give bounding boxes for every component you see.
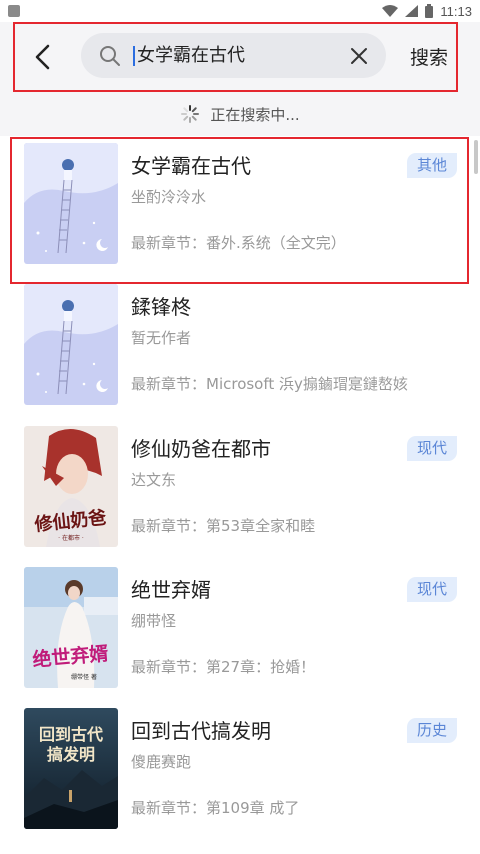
- status-time: 11:13: [440, 3, 472, 19]
- book-latest-chapter: 最新章节：第27章：抢婚！: [131, 658, 316, 676]
- book-latest-chapter: 最新章节：番外.系统（全文完）: [131, 234, 346, 252]
- book-cover: [24, 143, 118, 264]
- book-cover: 修仙奶爸 · 在都市 ·: [24, 426, 118, 547]
- book-cover: 绝世弃婿 绷带怪 著: [24, 567, 118, 688]
- book-title: 修仙奶爸在都市: [131, 437, 271, 461]
- category-tag: 其他: [407, 153, 457, 178]
- svg-text:绷带怪 著: 绷带怪 著: [71, 673, 97, 681]
- book-title: 绝世弃婿: [131, 578, 211, 602]
- book-cover: [24, 284, 118, 405]
- notification-icon: [8, 5, 20, 17]
- text-cursor: [133, 46, 135, 66]
- loading-text: 正在搜索中...: [210, 105, 300, 124]
- search-results-list: 女学霸在古代 坐酌泠泠水 最新章节：番外.系统（全文完） 其他 鍒锋柊 暂无作者…: [0, 136, 480, 854]
- book-author: 绷带怪: [131, 612, 177, 630]
- book-latest-chapter: 最新章节：第53章全家和睦: [131, 517, 316, 535]
- book-title: 回到古代搞发明: [131, 719, 271, 743]
- book-author: 坐酌泠泠水: [131, 188, 207, 206]
- book-latest-chapter: 最新章节：Microsoft 浜у搧鏀瑁寔鏈嶅姟: [131, 375, 408, 393]
- spinner-icon: [181, 105, 200, 123]
- book-author: 达文东: [131, 471, 177, 489]
- back-button[interactable]: [24, 39, 60, 75]
- book-author: 暂无作者: [131, 329, 192, 347]
- book-cover: 回到古代 搞发明: [24, 708, 118, 829]
- close-icon[interactable]: [349, 46, 369, 66]
- battery-icon: [425, 4, 434, 18]
- list-item[interactable]: 女学霸在古代 坐酌泠泠水 最新章节：番外.系统（全文完） 其他: [0, 136, 480, 278]
- status-icons: 11:13: [382, 4, 472, 19]
- search-box[interactable]: 女学霸在古代: [81, 33, 386, 78]
- svg-text:回到古代: 回到古代: [39, 725, 103, 744]
- category-tag: 现代: [407, 577, 457, 602]
- wifi-icon: [382, 5, 399, 17]
- book-title: 鍒锋柊: [131, 295, 191, 319]
- svg-text:· 在都市 ·: · 在都市 ·: [58, 534, 84, 542]
- search-button[interactable]: 搜索: [410, 43, 448, 70]
- book-latest-chapter: 最新章节：第109章 成了: [131, 799, 300, 817]
- list-item[interactable]: 修仙奶爸 · 在都市 · 修仙奶爸在都市 达文东 最新章节：第53章全家和睦 现…: [0, 419, 480, 561]
- list-item[interactable]: 鍒锋柊 暂无作者 最新章节：Microsoft 浜у搧鏀瑁寔鏈嶅姟: [0, 277, 480, 419]
- list-item[interactable]: 回到古代 搞发明 回到古代搞发明 傻鹿赛跑 最新章节：第109章 成了 历史: [0, 701, 480, 843]
- list-item[interactable]: 绝世弃婿 绷带怪 著 绝世弃婿 绷带怪 最新章节：第27章：抢婚！ 现代: [0, 560, 480, 702]
- signal-icon: [405, 5, 419, 17]
- category-tag: 历史: [407, 718, 457, 743]
- status-bar: 11:13: [0, 0, 480, 22]
- svg-text:搞发明: 搞发明: [47, 745, 95, 764]
- chevron-left-icon: [35, 44, 50, 70]
- search-icon: [100, 46, 120, 66]
- search-input[interactable]: 女学霸在古代: [137, 43, 245, 68]
- book-title: 女学霸在古代: [131, 154, 251, 178]
- book-author: 傻鹿赛跑: [131, 753, 192, 771]
- scrollbar[interactable]: [474, 140, 478, 174]
- loading-indicator: 正在搜索中...: [0, 92, 480, 136]
- category-tag: 现代: [407, 436, 457, 461]
